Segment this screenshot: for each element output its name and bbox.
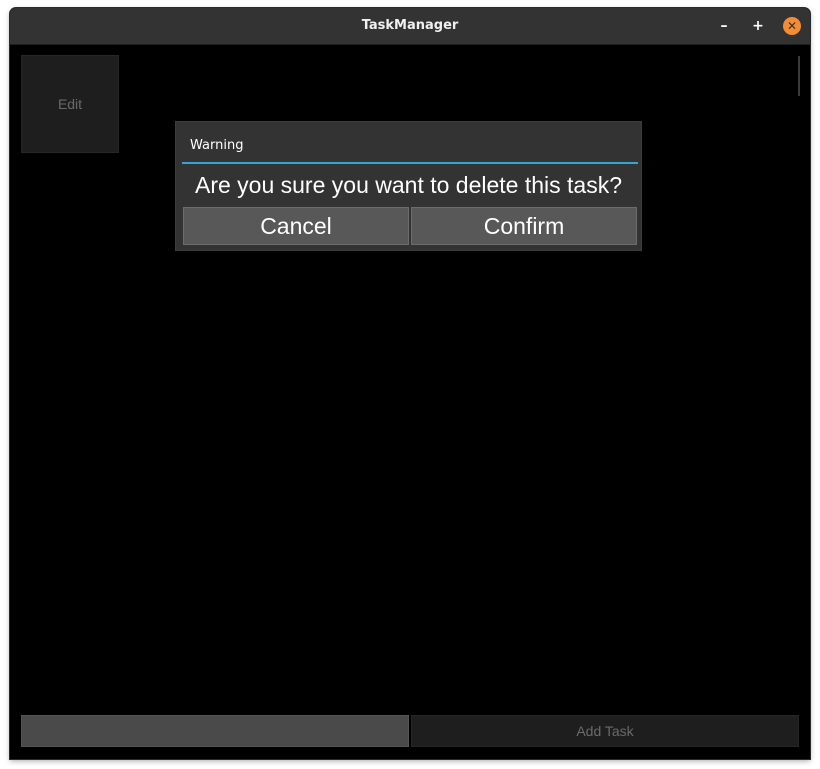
add-task-button-label: Add Task [576,723,634,739]
task-input[interactable] [21,715,409,747]
dialog-title-separator [182,162,638,164]
dialog-message: Are you sure you want to delete this tas… [194,172,623,198]
title-bar[interactable]: TaskManager – + ✕ [10,8,810,45]
scrollbar[interactable] [798,56,800,96]
maximize-icon[interactable]: + [749,17,767,35]
app-window: TaskManager – + ✕ Edit Warning Are you s… [10,8,810,759]
warning-dialog: Warning Are you sure you want to delete … [175,121,642,251]
dialog-title: Warning [190,138,244,153]
add-task-button[interactable]: Add Task [411,715,799,747]
edit-button-label: Edit [57,96,83,112]
cancel-button[interactable]: Cancel [183,207,409,245]
minimize-icon[interactable]: – [715,17,733,35]
edit-button[interactable]: Edit [21,55,119,153]
confirm-button[interactable]: Confirm [411,207,637,245]
window-title: TaskManager [361,18,459,33]
close-icon[interactable]: ✕ [783,17,801,35]
confirm-button-label: Confirm [483,212,565,239]
cancel-button-label: Cancel [260,212,332,239]
